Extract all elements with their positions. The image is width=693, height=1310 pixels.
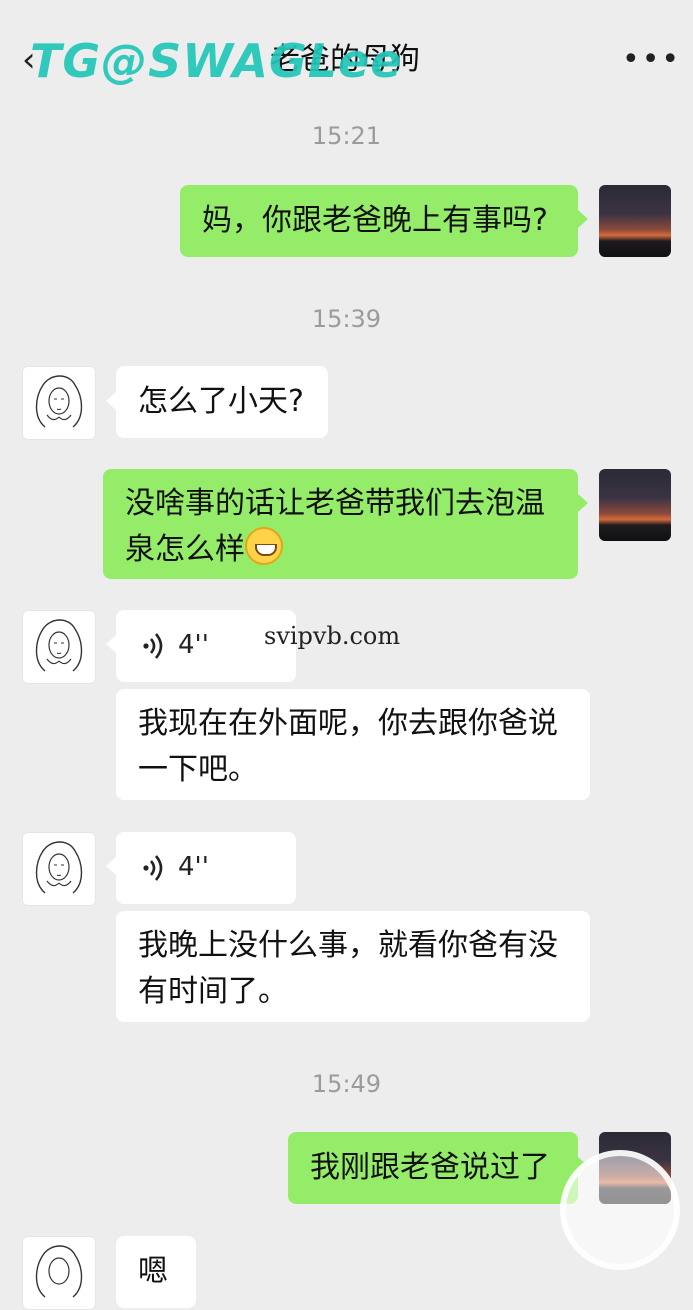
my-avatar[interactable] [599, 469, 671, 541]
my-avatar[interactable] [599, 185, 671, 257]
message-text: 我晚上没什么事，就看你爸有没有时间了。 [138, 928, 558, 1009]
contact-avatar[interactable] [22, 1236, 96, 1310]
contact-avatar[interactable] [22, 610, 96, 684]
message-text: 我现在在外面呢，你去跟你爸说一下吧。 [138, 706, 558, 787]
timestamp: 15:49 [311, 1070, 382, 1098]
message-text: 妈，你跟老爸晚上有事吗? [202, 203, 548, 238]
woman-sketch-icon [35, 375, 83, 428]
overlay-url-text: svipvb.com [264, 622, 401, 650]
outgoing-message[interactable]: 没啥事的话让老爸带我们去泡温泉怎么样 [103, 469, 578, 579]
incoming-message[interactable]: 我晚上没什么事，就看你爸有没有时间了。 [116, 911, 590, 1022]
contact-avatar[interactable] [22, 832, 96, 906]
message-text: 怎么了小天? [138, 384, 304, 419]
bubble-tail [106, 635, 116, 653]
bubble-tail [578, 494, 588, 512]
message-body: 没啥事的话让老爸带我们去泡温泉怎么样 [125, 486, 545, 567]
woman-sketch-icon [35, 619, 83, 672]
outgoing-message[interactable]: 我刚跟老爸说过了 [288, 1132, 578, 1204]
chat-header: ‹ 老爸的母狗 ••• TG@SWAGLee [0, 0, 693, 118]
woman-sketch-icon [35, 1245, 83, 1298]
message-text: 嗯 [138, 1254, 168, 1289]
watermark-text: TG@SWAGLee [30, 34, 403, 88]
grin-emoji-icon [245, 527, 283, 565]
message-text: 我刚跟老爸说过了 [310, 1150, 550, 1185]
voice-duration: 4'' [178, 630, 209, 660]
contact-avatar[interactable] [22, 366, 96, 440]
incoming-message[interactable]: 嗯 [116, 1236, 196, 1308]
timestamp: 15:21 [311, 122, 382, 150]
bubble-tail [578, 210, 588, 228]
outgoing-message[interactable]: 妈，你跟老爸晚上有事吗? [180, 185, 578, 257]
more-icon[interactable]: ••• [622, 40, 681, 80]
message-text: 没啥事的话让老爸带我们去泡温泉怎么样 [125, 481, 558, 573]
timestamp: 15:39 [311, 305, 382, 333]
loading-spinner-icon [560, 1150, 680, 1270]
bubble-tail [106, 392, 116, 410]
woman-sketch-icon [35, 841, 83, 894]
incoming-message[interactable]: 怎么了小天? [116, 366, 328, 438]
voice-wave-icon [143, 855, 163, 881]
voice-wave-icon [143, 633, 163, 659]
incoming-message[interactable]: 我现在在外面呢，你去跟你爸说一下吧。 [116, 689, 590, 800]
bubble-tail [106, 857, 116, 875]
voice-message[interactable]: 4'' [116, 832, 296, 904]
voice-duration: 4'' [178, 852, 209, 882]
